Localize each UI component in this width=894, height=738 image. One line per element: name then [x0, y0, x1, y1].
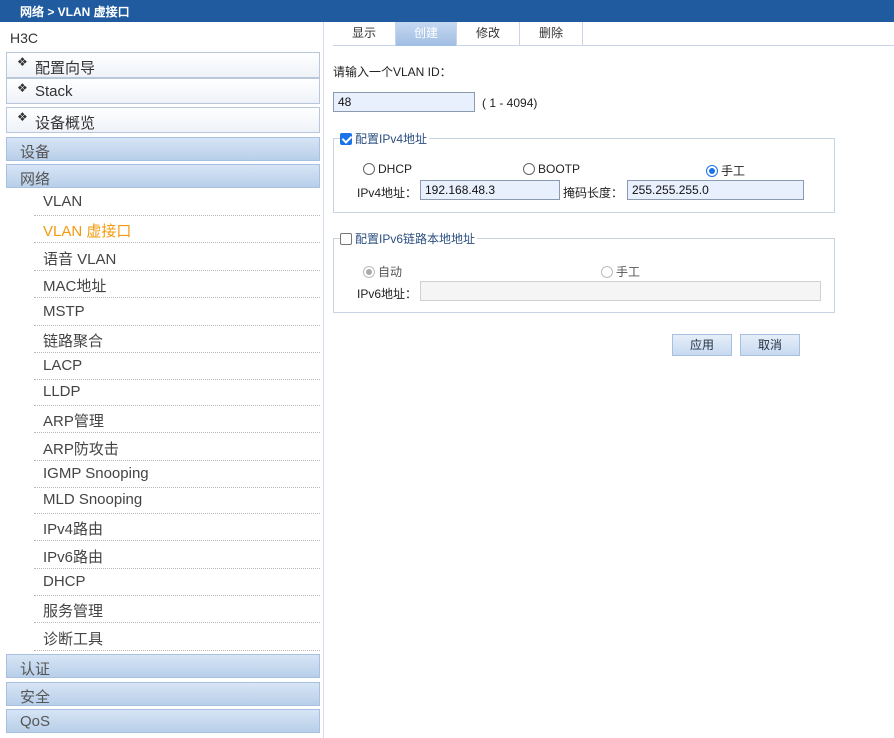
- ipv4-address-label: IPv4地址：: [357, 186, 418, 200]
- sidebar-item-label: IPv4路由: [43, 521, 104, 538]
- ipv6-address-input[interactable]: [420, 281, 821, 301]
- radio-label: DHCP: [378, 162, 413, 176]
- sidebar-item-label: ARP防攻击: [43, 441, 119, 458]
- sidebar-item-label: 语音 VLAN: [43, 251, 117, 268]
- sidebar-item-igmp-snooping[interactable]: IGMP Snooping: [34, 461, 320, 488]
- tab-modify[interactable]: 修改: [457, 22, 520, 46]
- sidebar-item-label: LACP: [43, 357, 83, 374]
- diamond-icon: ❖: [17, 55, 28, 69]
- sidebar-item-ipv4-routing[interactable]: IPv4路由: [34, 514, 320, 541]
- radio-icon: [363, 266, 375, 278]
- sidebar-item-label: IPv6路由: [43, 549, 104, 566]
- sidebar-item-lldp[interactable]: LLDP: [34, 379, 320, 406]
- sidebar-item-device-overview[interactable]: ❖ 设备概览: [6, 107, 320, 133]
- ipv6-fieldset: 配置IPv6链路本地地址 自动 手工 IPv6地址：: [333, 230, 835, 313]
- radio-icon: [523, 163, 535, 175]
- sidebar-item-stack[interactable]: ❖ Stack: [6, 78, 320, 104]
- ipv4-legend: 配置IPv4地址: [340, 130, 430, 147]
- sidebar-item-label: 链路聚合: [43, 333, 104, 350]
- sidebar-item-label: 服务管理: [43, 603, 104, 620]
- sidebar-category-label: 设备: [20, 144, 51, 161]
- sidebar-category-label: 网络: [20, 171, 51, 188]
- radio-icon: [601, 266, 613, 278]
- sidebar-item-label: DHCP: [43, 573, 86, 590]
- radio-label: 手工: [721, 164, 746, 178]
- sidebar-item-arp-management[interactable]: ARP管理: [34, 406, 320, 433]
- tab-delete[interactable]: 删除: [520, 22, 583, 46]
- sidebar-item-mac-address[interactable]: MAC地址: [34, 271, 320, 298]
- ipv6-auto-option[interactable]: 自动: [363, 263, 402, 280]
- main-content: 显示 创建 修改 删除 请输入一个VLAN ID： 48 ( 1 - 4094)…: [333, 22, 894, 738]
- sidebar-item-vlan[interactable]: VLAN: [34, 189, 320, 216]
- radio-label: BOOTP: [538, 162, 581, 176]
- sidebar-category-network[interactable]: 网络: [6, 164, 320, 188]
- tab-display[interactable]: 显示: [333, 22, 396, 46]
- sidebar-item-service-management[interactable]: 服务管理: [34, 596, 320, 623]
- ipv4-enable-checkbox[interactable]: [340, 133, 352, 145]
- ipv6-manual-option[interactable]: 手工: [601, 263, 640, 280]
- sidebar-item-config-wizard[interactable]: ❖ 配置向导: [6, 52, 320, 78]
- ipv4-legend-label: 配置IPv4地址: [355, 132, 428, 146]
- radio-icon: [706, 165, 718, 177]
- sidebar-item-label: VLAN: [43, 193, 83, 210]
- sidebar-item-label: Stack: [35, 83, 73, 100]
- sidebar-item-label: MAC地址: [43, 278, 107, 295]
- radio-label: 自动: [378, 265, 403, 279]
- ipv4-manual-option[interactable]: 手工: [706, 162, 745, 179]
- sidebar-item-label: MLD Snooping: [43, 491, 143, 508]
- sidebar-item-diagnostic-tools[interactable]: 诊断工具: [34, 624, 320, 651]
- sidebar-item-label: ARP管理: [43, 413, 104, 430]
- sidebar-item-dhcp[interactable]: DHCP: [34, 569, 320, 596]
- sidebar-item-mld-snooping[interactable]: MLD Snooping: [34, 487, 320, 514]
- sidebar-category-label: 认证: [20, 661, 51, 678]
- ipv6-address-label: IPv6地址：: [357, 287, 418, 301]
- sidebar-item-mstp[interactable]: MSTP: [34, 299, 320, 326]
- diamond-icon: ❖: [17, 81, 28, 95]
- diamond-icon: ❖: [17, 110, 28, 124]
- brand-logo-text: H3C: [10, 30, 39, 46]
- sidebar-category-device[interactable]: 设备: [6, 137, 320, 161]
- ipv4-fieldset: 配置IPv4地址 DHCP BOOTP 手工 IPv4地址： 192.168.4…: [333, 130, 835, 213]
- ipv6-legend-label: 配置IPv6链路本地地址: [355, 232, 476, 246]
- sidebar-item-label: MSTP: [43, 303, 85, 320]
- sidebar-item-label: 设备概览: [35, 115, 96, 132]
- sidebar-category-security[interactable]: 安全: [6, 682, 320, 706]
- sidebar: H3C ❖ 配置向导 ❖ Stack ❖ 设备概览 设备 网络 VLAN VLA…: [0, 22, 324, 738]
- vlan-id-range: ( 1 - 4094): [482, 96, 538, 110]
- tab-create[interactable]: 创建: [396, 22, 457, 46]
- tab-bar: 显示 创建 修改 删除: [333, 22, 894, 46]
- radio-label: 手工: [616, 265, 641, 279]
- sidebar-item-label: 配置向导: [35, 60, 96, 77]
- sidebar-item-label: IGMP Snooping: [43, 465, 149, 482]
- sidebar-item-label: 诊断工具: [43, 631, 104, 648]
- radio-icon: [363, 163, 375, 175]
- sidebar-item-label: LLDP: [43, 383, 81, 400]
- sidebar-category-authentication[interactable]: 认证: [6, 654, 320, 678]
- ipv6-legend: 配置IPv6链路本地地址: [340, 230, 478, 247]
- sidebar-category-label: QoS: [20, 713, 51, 730]
- mask-length-label: 掩码长度：: [563, 186, 624, 200]
- vlan-id-prompt: 请输入一个VLAN ID：: [333, 65, 452, 79]
- ipv4-dhcp-option[interactable]: DHCP: [363, 162, 412, 176]
- vlan-id-input[interactable]: 48: [333, 92, 475, 112]
- sidebar-item-vlan-interface[interactable]: VLAN 虚接口: [34, 216, 320, 243]
- sidebar-item-arp-attack-defense[interactable]: ARP防攻击: [34, 434, 320, 461]
- ipv4-address-input[interactable]: 192.168.48.3: [420, 180, 560, 200]
- sidebar-item-ipv6-routing[interactable]: IPv6路由: [34, 542, 320, 569]
- apply-button[interactable]: 应用: [672, 334, 732, 356]
- sidebar-category-label: 安全: [20, 689, 51, 706]
- sidebar-item-label: VLAN 虚接口: [43, 223, 132, 240]
- breadcrumb: 网络 > VLAN 虚接口: [0, 0, 894, 22]
- sidebar-category-qos[interactable]: QoS: [6, 709, 320, 733]
- cancel-button[interactable]: 取消: [740, 334, 800, 356]
- sidebar-item-link-aggregation[interactable]: 链路聚合: [34, 326, 320, 353]
- mask-length-input[interactable]: 255.255.255.0: [627, 180, 804, 200]
- sidebar-item-lacp[interactable]: LACP: [34, 353, 320, 380]
- sidebar-item-voice-vlan[interactable]: 语音 VLAN: [34, 244, 320, 271]
- ipv6-enable-checkbox[interactable]: [340, 233, 352, 245]
- ipv4-bootp-option[interactable]: BOOTP: [523, 162, 580, 176]
